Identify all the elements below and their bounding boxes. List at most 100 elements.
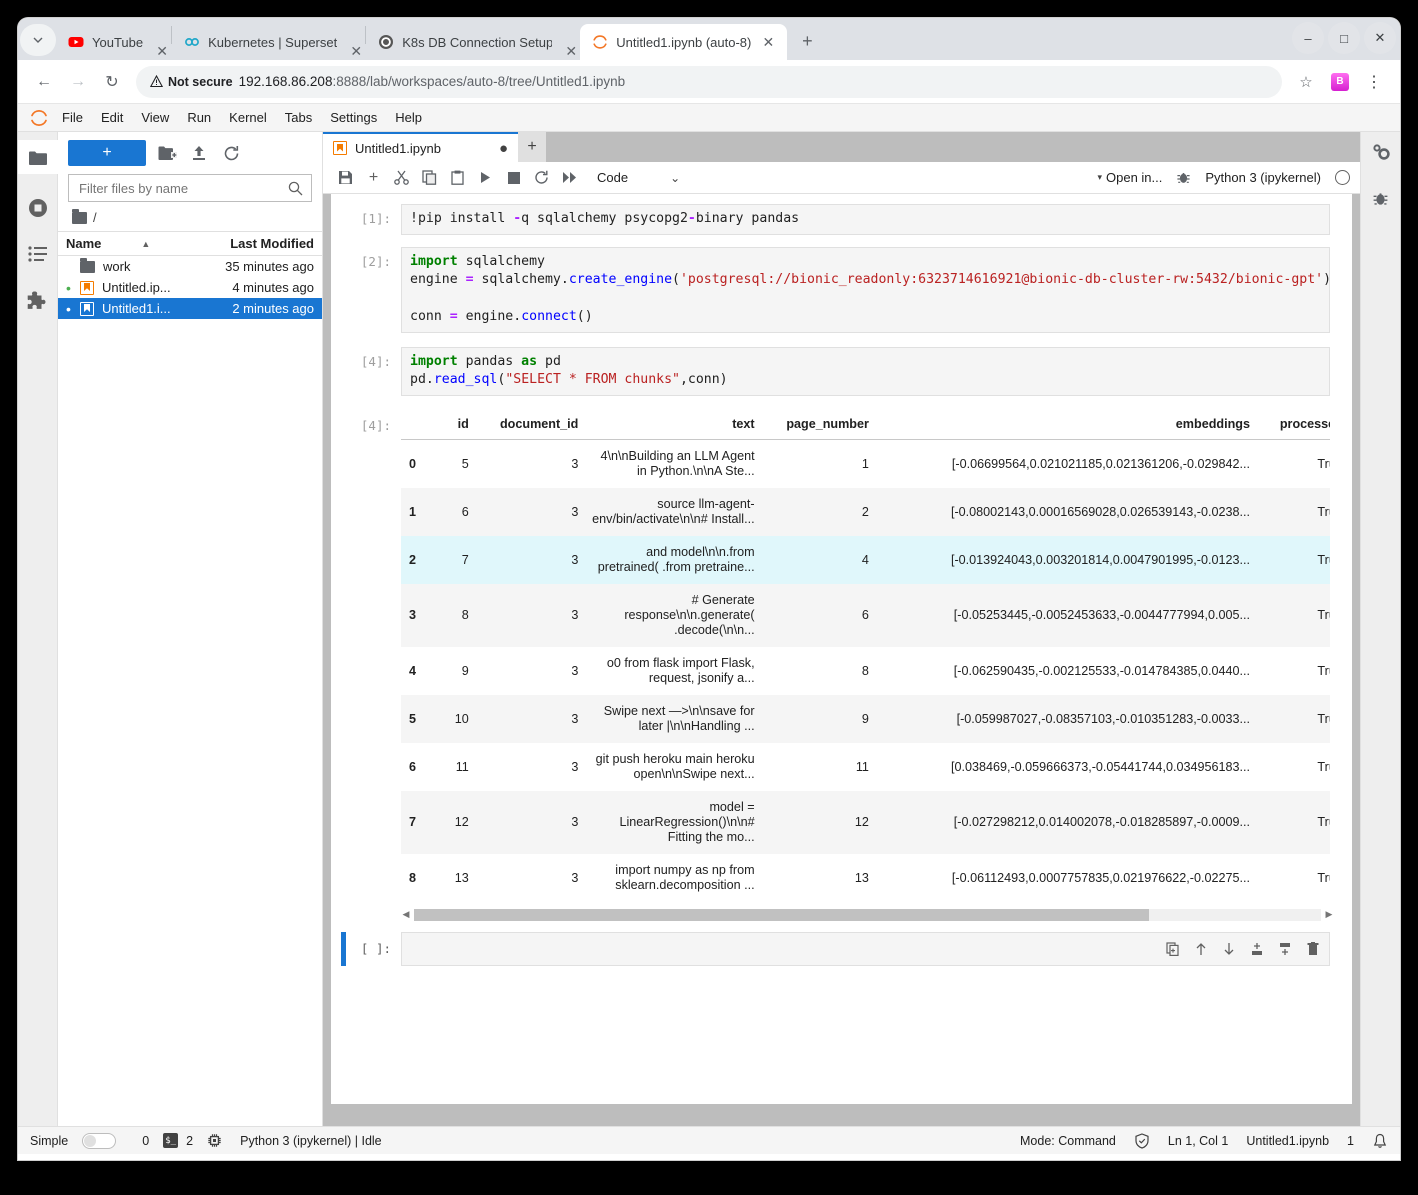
menu-edit[interactable]: Edit <box>93 107 131 128</box>
cell-source[interactable]: import sqlalchemyengine = sqlalchemy.cre… <box>401 247 1330 333</box>
maximize-button[interactable]: □ <box>1328 22 1360 54</box>
extension-icon[interactable]: B <box>1324 66 1356 98</box>
running-terminals-icon[interactable] <box>26 196 50 220</box>
tab-title: Kubernetes | Superset <box>208 35 337 50</box>
list-item-untitled1-ipynb[interactable]: • Untitled1.i... 2 minutes ago <box>58 298 322 319</box>
move-cell-down-icon[interactable] <box>1221 941 1237 957</box>
restart-and-run-all-icon[interactable] <box>557 166 582 190</box>
paste-icon[interactable] <box>445 166 470 190</box>
new-tab-button[interactable]: + <box>793 27 821 55</box>
new-launcher-button[interactable]: + <box>68 140 146 166</box>
list-item-untitled-ipynb[interactable]: • Untitled.ip... 4 minutes ago <box>58 277 322 298</box>
file-modified: 4 minutes ago <box>202 280 314 295</box>
cell-processed: True <box>1256 791 1330 854</box>
filter-files-input-wrapper[interactable] <box>68 174 312 202</box>
move-cell-up-icon[interactable] <box>1193 941 1209 957</box>
scrollbar-thumb[interactable] <box>414 909 1149 921</box>
close-tab-k8s[interactable]: ✕ <box>562 42 580 60</box>
kernel-status-text[interactable]: Python 3 (ipykernel) | Idle <box>240 1134 382 1148</box>
bookmark-star-icon[interactable]: ☆ <box>1290 66 1322 98</box>
menu-view[interactable]: View <box>133 107 177 128</box>
browser-menu-button[interactable]: ⋮ <box>1358 66 1390 98</box>
terminal-count[interactable]: 2 <box>186 1134 193 1148</box>
new-folder-icon[interactable] <box>156 142 178 164</box>
open-in-dropdown[interactable]: ▾ Open in... <box>1097 170 1162 185</box>
close-tab-untitled1[interactable]: ✕ <box>759 33 777 51</box>
menu-help[interactable]: Help <box>387 107 430 128</box>
code-cell-1[interactable]: [1]: !pip install -q sqlalchemy psycopg2… <box>331 204 1352 235</box>
menu-run[interactable]: Run <box>179 107 219 128</box>
insert-cell-above-icon[interactable] <box>1249 941 1265 957</box>
insert-cell-below-icon[interactable] <box>1277 941 1293 957</box>
browser-tab-untitled1-ipynb[interactable]: Untitled1.ipynb (auto-8) ✕ <box>580 24 787 60</box>
code-cell-3[interactable]: [4]: import pandas as pdpd.read_sql("SEL… <box>331 347 1352 396</box>
dataframe-output[interactable]: id document_id text page_number embeddin… <box>401 412 1330 902</box>
kernel-name-label[interactable]: Python 3 (ipykernel) <box>1205 170 1321 185</box>
menu-kernel[interactable]: Kernel <box>221 107 275 128</box>
scroll-right-arrow-icon[interactable]: ▶ <box>1324 909 1334 920</box>
list-item-work[interactable]: • work 35 minutes ago <box>58 256 322 277</box>
close-tab-superset[interactable]: ✕ <box>347 42 365 60</box>
duplicate-cell-icon[interactable] <box>1165 941 1181 957</box>
table-of-contents-icon[interactable] <box>26 242 50 266</box>
cell-source[interactable]: import pandas as pdpd.read_sql("SELECT *… <box>401 347 1330 396</box>
cell-source[interactable]: !pip install -q sqlalchemy psycopg2-bina… <box>401 204 1330 235</box>
minimize-button[interactable]: – <box>1292 22 1324 54</box>
breadcrumb[interactable]: / <box>58 208 322 231</box>
tab-search-button[interactable] <box>20 24 56 56</box>
close-window-button[interactable]: ✕ <box>1364 22 1396 54</box>
copy-icon[interactable] <box>417 166 442 190</box>
column-header-index <box>401 412 432 440</box>
notebook-tab-untitled1[interactable]: Untitled1.ipynb ● <box>323 132 518 162</box>
file-browser-icon[interactable] <box>18 140 58 174</box>
filter-files-input[interactable] <box>77 180 282 197</box>
bell-icon[interactable] <box>1372 1133 1388 1149</box>
cpu-icon[interactable] <box>207 1133 222 1148</box>
kernel-status-indicator[interactable] <box>1335 170 1350 185</box>
upload-icon[interactable] <box>188 142 210 164</box>
jupyter-icon <box>592 34 608 50</box>
menu-tabs[interactable]: Tabs <box>277 107 320 128</box>
scroll-left-arrow-icon[interactable]: ◀ <box>401 909 411 920</box>
simple-mode-toggle[interactable] <box>82 1133 116 1149</box>
run-icon[interactable] <box>473 166 498 190</box>
save-icon[interactable] <box>333 166 358 190</box>
cursor-position[interactable]: Ln 1, Col 1 <box>1168 1134 1228 1148</box>
debugger-toggle-icon[interactable] <box>1176 170 1191 185</box>
empty-code-cell[interactable]: [ ]: <box>331 932 1352 966</box>
back-button[interactable]: ← <box>28 66 60 98</box>
cell-document-id: 3 <box>475 584 585 647</box>
not-secure-indicator[interactable]: Not secure <box>150 75 233 89</box>
forward-button[interactable]: → <box>62 66 94 98</box>
scrollbar-track[interactable] <box>414 909 1321 921</box>
insert-cell-icon[interactable]: + <box>361 166 386 190</box>
trusted-icon[interactable] <box>1134 1133 1150 1149</box>
cut-icon[interactable] <box>389 166 414 190</box>
delete-cell-icon[interactable] <box>1305 941 1321 957</box>
property-inspector-icon[interactable] <box>1369 140 1393 164</box>
output-horizontal-scrollbar[interactable]: ◀ ▶ <box>401 908 1334 922</box>
debugger-icon[interactable] <box>1369 186 1393 210</box>
extension-manager-icon[interactable] <box>26 288 50 312</box>
add-notebook-tab-button[interactable]: + <box>518 132 546 162</box>
column-header-last-modified[interactable]: Last Modified <box>202 236 314 251</box>
column-header-name[interactable]: Name ▲ <box>66 236 202 251</box>
refresh-icon[interactable] <box>220 142 242 164</box>
menu-settings[interactable]: Settings <box>322 107 385 128</box>
terminal-icon[interactable]: $_ <box>163 1133 178 1148</box>
address-bar[interactable]: Not secure 192.168.86.208:8888/lab/works… <box>136 66 1282 98</box>
code-cell-2[interactable]: [2]: import sqlalchemyengine = sqlalchem… <box>331 247 1352 333</box>
menu-file[interactable]: File <box>54 107 91 128</box>
reload-button[interactable]: ↻ <box>96 66 128 98</box>
notebook-scroll-region[interactable]: [1]: !pip install -q sqlalchemy psycopg2… <box>323 194 1360 1126</box>
browser-tab-superset[interactable]: Kubernetes | Superset <box>172 24 347 60</box>
cell-input[interactable] <box>401 932 1330 966</box>
restart-kernel-icon[interactable] <box>529 166 554 190</box>
stop-icon[interactable] <box>501 166 526 190</box>
close-tab-youtube[interactable]: ✕ <box>153 42 171 60</box>
unsaved-changes-indicator[interactable]: ● <box>499 141 508 156</box>
browser-tab-k8s-db-connection-setup[interactable]: K8s DB Connection Setup <box>366 24 562 60</box>
browser-tab-youtube[interactable]: YouTube <box>56 24 153 60</box>
kernel-count[interactable]: 0 <box>142 1134 149 1148</box>
cell-type-dropdown[interactable]: Code ⌄ <box>597 170 680 185</box>
